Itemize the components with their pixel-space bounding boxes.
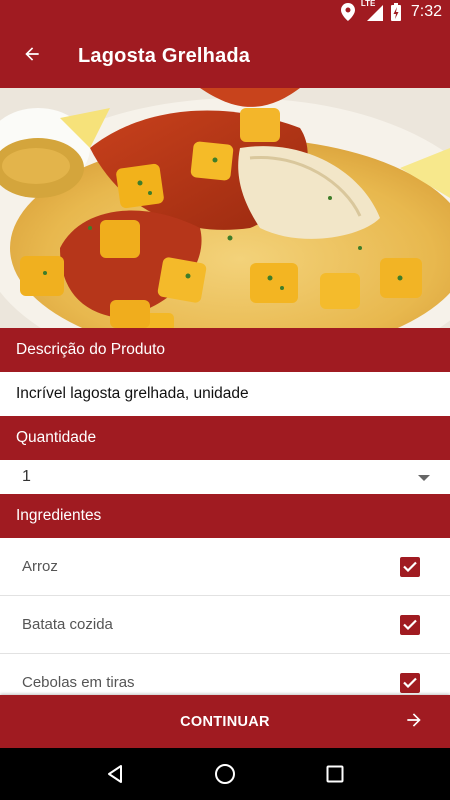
check-icon	[403, 561, 417, 572]
description-header: Descrição do Produto	[0, 328, 450, 372]
location-icon	[340, 3, 355, 21]
quantity-header: Quantidade	[0, 416, 450, 460]
ingredient-checkbox[interactable]	[400, 556, 420, 577]
system-nav-bar	[0, 748, 450, 800]
continue-button[interactable]: CONTINUAR	[0, 695, 450, 748]
app-bar: Lagosta Grelhada	[0, 24, 450, 88]
status-bar: LTE 7:32	[0, 0, 450, 24]
network-type-label: LTE	[360, 0, 376, 8]
ingredient-item[interactable]: Batata cozida	[0, 596, 450, 654]
check-icon	[403, 619, 417, 630]
nav-home-button[interactable]	[201, 750, 249, 798]
ingredient-label: Batata cozida	[22, 616, 113, 633]
product-description: Incrível lagosta grelhada, unidade	[0, 372, 450, 416]
quantity-dropdown[interactable]: 1	[0, 460, 450, 494]
product-image	[0, 88, 450, 328]
square-recents-icon	[326, 765, 344, 783]
clock-time: 7:32	[410, 3, 442, 20]
check-icon	[403, 677, 417, 688]
signal-icon: LTE	[360, 0, 383, 21]
arrow-back-icon	[22, 44, 42, 69]
back-button[interactable]	[0, 24, 64, 88]
ingredients-header: Ingredientes	[0, 494, 450, 538]
nav-recents-button[interactable]	[311, 750, 359, 798]
quantity-value: 1	[22, 468, 31, 485]
dropdown-arrow-icon	[418, 468, 430, 486]
arrow-forward-icon	[404, 710, 424, 735]
battery-icon	[390, 3, 401, 21]
ingredient-checkbox[interactable]	[400, 614, 420, 635]
food-photo-icon	[0, 88, 450, 328]
page-title: Lagosta Grelhada	[78, 44, 251, 67]
ingredient-item[interactable]: Arroz	[0, 538, 450, 596]
circle-home-icon	[215, 764, 235, 784]
ingredient-label: Cebolas em tiras	[22, 674, 135, 691]
ingredient-checkbox[interactable]	[400, 672, 420, 693]
continue-label: CONTINUAR	[180, 713, 270, 730]
triangle-back-icon	[108, 765, 122, 783]
ingredient-label: Arroz	[22, 558, 58, 575]
nav-back-button[interactable]	[91, 750, 139, 798]
